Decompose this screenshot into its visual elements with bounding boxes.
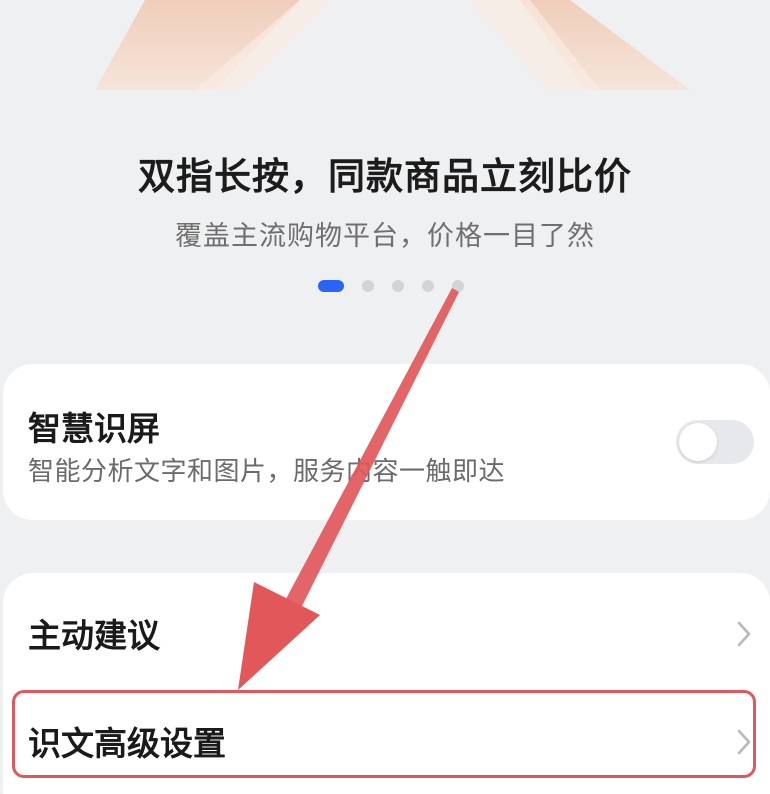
smart-screen-card: 智慧识屏 智能分析文字和图片，服务内容一触即达 (3, 364, 770, 520)
pager-dot-active[interactable] (318, 280, 344, 292)
annotation-highlight-box (12, 690, 756, 778)
pager-dot[interactable] (392, 280, 404, 292)
intro-headline: 双指长按，同款商品立刻比价 (138, 155, 632, 198)
intro-subline: 覆盖主流购物平台，价格一目了然 (175, 221, 595, 252)
pager-dot[interactable] (362, 280, 374, 292)
pager-dot[interactable] (422, 280, 434, 292)
pager-dot[interactable] (452, 280, 464, 292)
settings-row-label: 主动建议 (28, 616, 160, 655)
chevron-right-icon (737, 621, 751, 647)
settings-row-proactive-suggestions[interactable]: 主动建议 (3, 581, 770, 681)
smart-screen-title: 智慧识屏 (28, 409, 160, 448)
intro-illustration (0, 0, 770, 90)
smart-screen-description: 智能分析文字和图片，服务内容一触即达 (28, 457, 506, 487)
toggle-knob (679, 423, 717, 461)
smart-screen-toggle[interactable] (676, 420, 754, 464)
